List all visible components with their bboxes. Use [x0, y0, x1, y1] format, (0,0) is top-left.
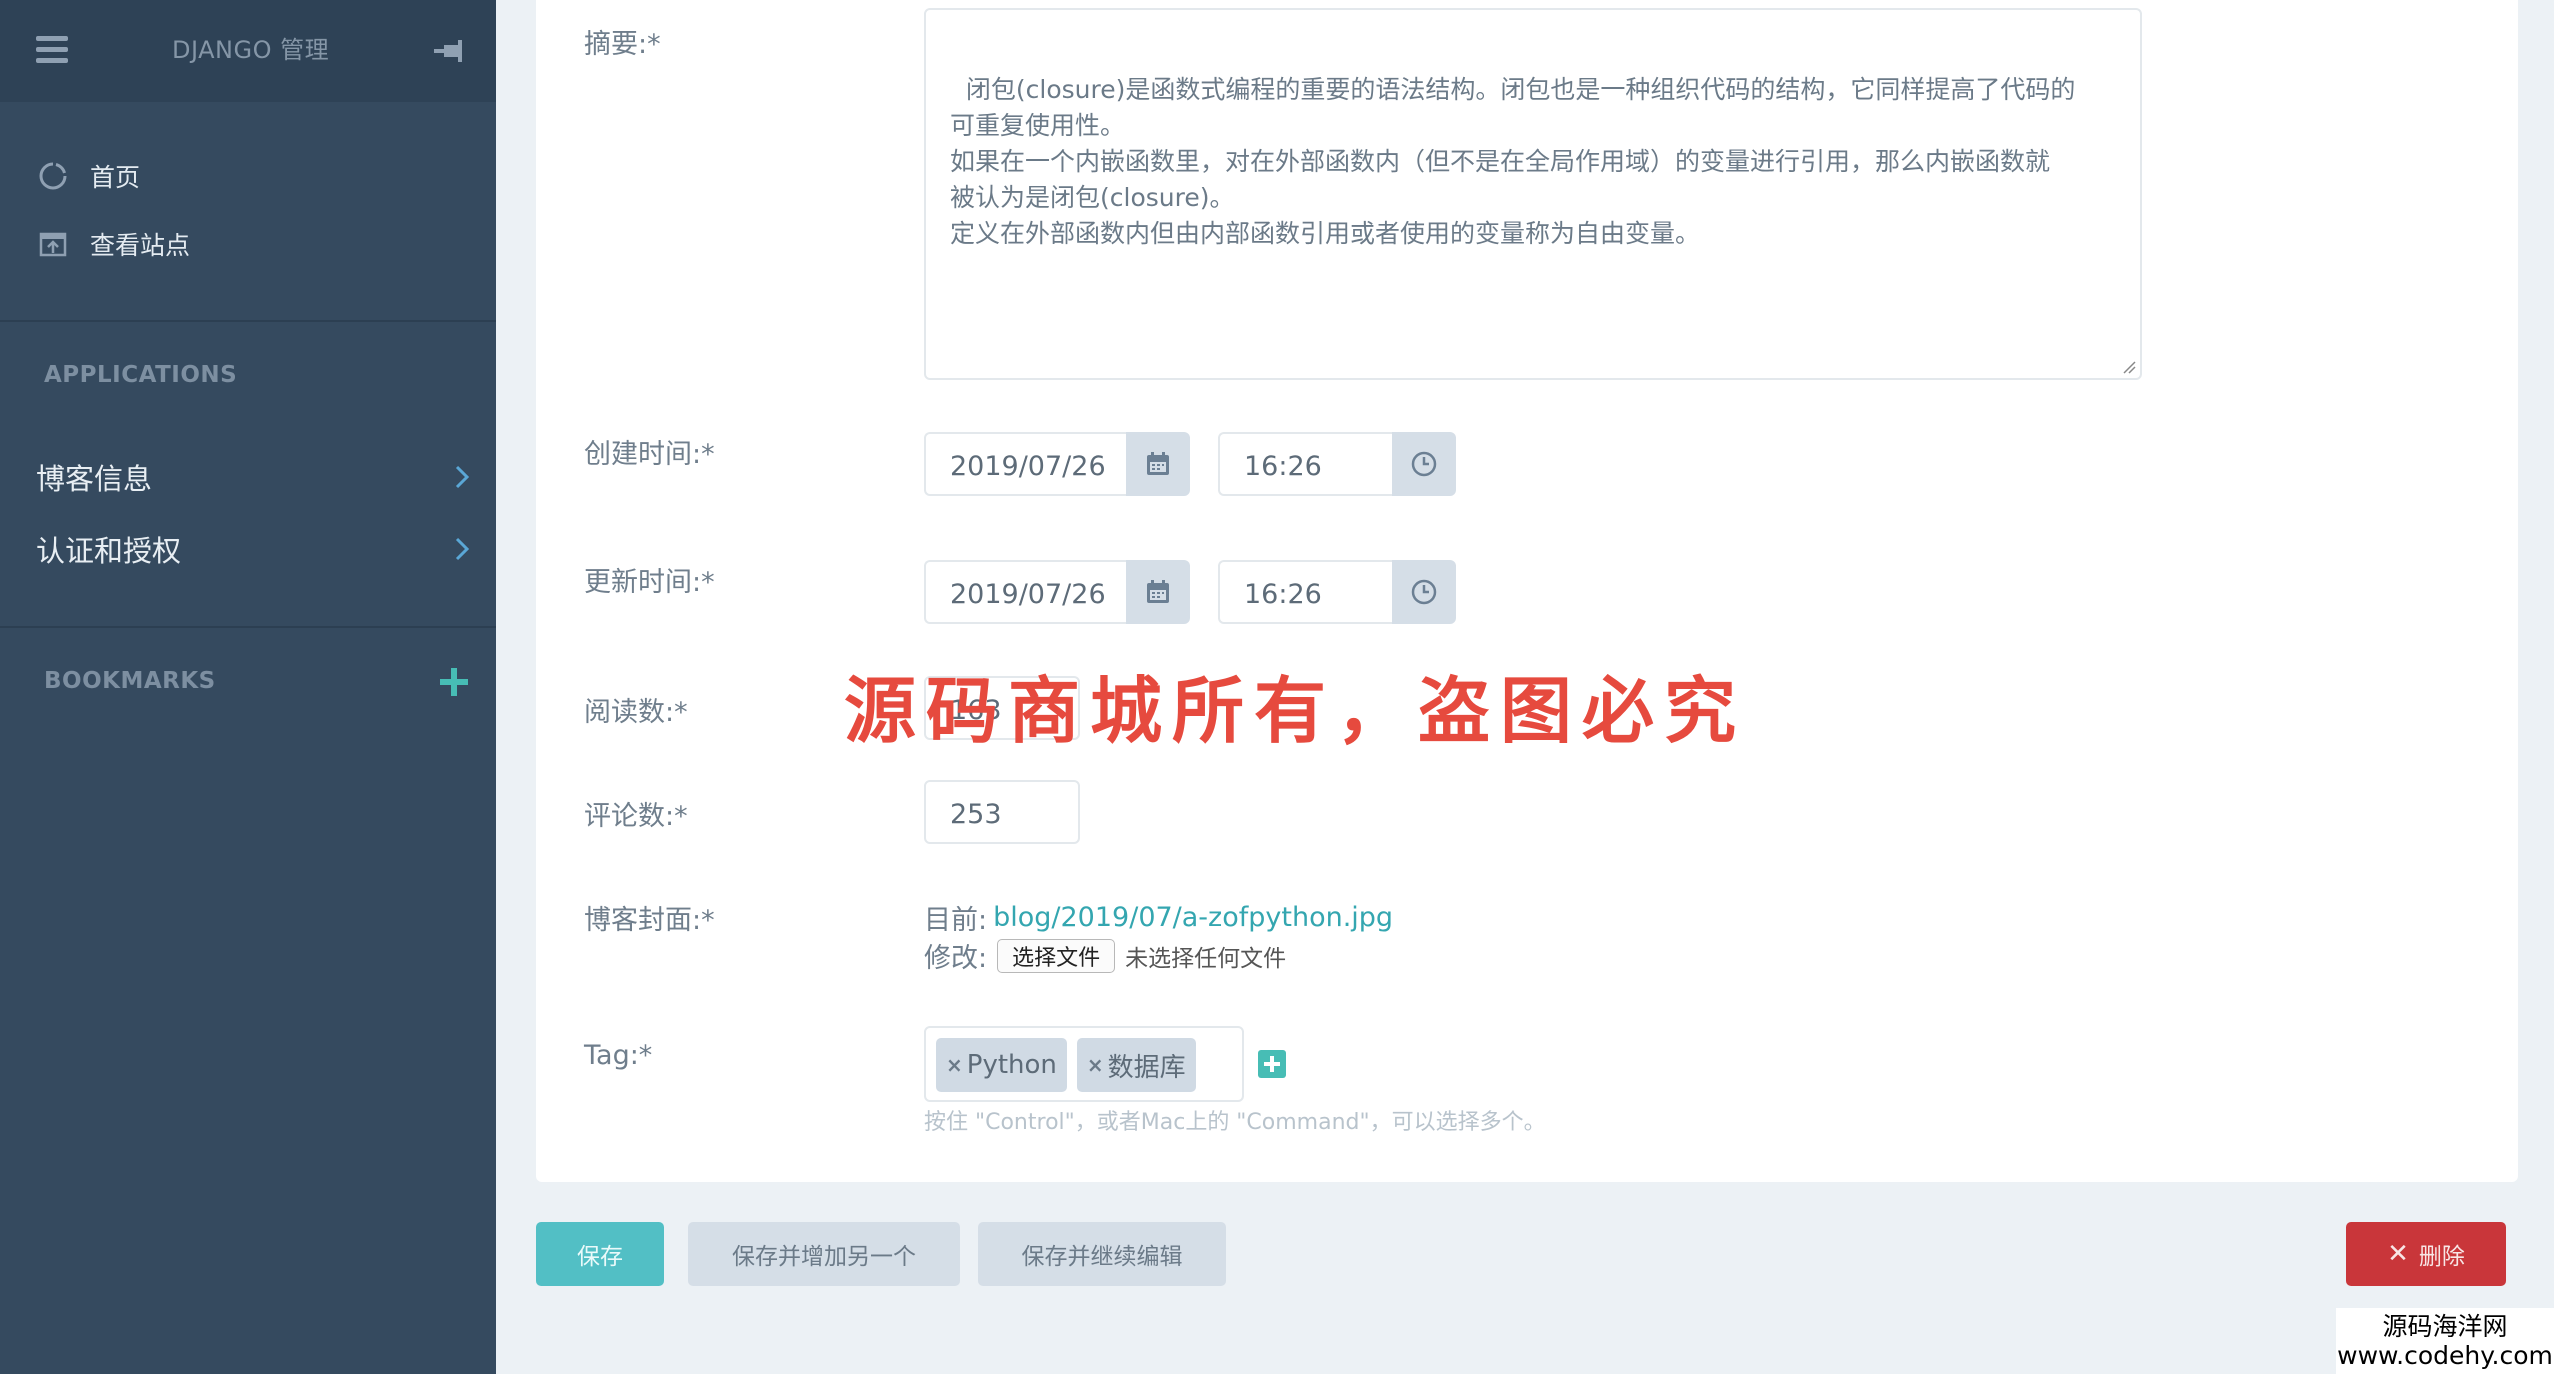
tag-label: Tag:*	[584, 1040, 653, 1071]
chevron-right-icon	[455, 537, 470, 561]
chevron-right-icon	[455, 465, 470, 489]
comments-input[interactable]: 253	[924, 780, 1080, 844]
app-item-label: 认证和授权	[36, 534, 182, 568]
clock-icon	[1411, 579, 1437, 605]
remove-tag-icon[interactable]: ×	[946, 1053, 963, 1077]
watermark-text: 源码商城所有，盗图必究	[844, 669, 1747, 753]
clock-button[interactable]	[1392, 432, 1456, 496]
menu-toggle-icon[interactable]	[36, 36, 68, 64]
created-time-group: 16:26	[1218, 432, 1456, 496]
updated-date-group: 2019/07/26	[924, 560, 1190, 624]
comments-label: 评论数:*	[584, 801, 688, 832]
app-item-label: 博客信息	[36, 462, 153, 496]
nav-item-view-site[interactable]: 查看站点	[38, 226, 190, 262]
calendar-button[interactable]	[1126, 432, 1190, 496]
cover-change: 修改: 选择文件 未选择任何文件	[924, 936, 1286, 975]
dashboard-icon	[39, 162, 67, 190]
calendar-icon	[1147, 580, 1169, 603]
updated-date-input[interactable]: 2019/07/26	[924, 560, 1126, 624]
updated-label: 更新时间:*	[584, 567, 715, 598]
updated-time-group: 16:26	[1218, 560, 1456, 624]
add-tag-icon[interactable]	[1258, 1050, 1286, 1078]
cover-change-prefix: 修改:	[924, 943, 988, 974]
created-label: 创建时间:*	[584, 439, 715, 470]
divider	[0, 626, 496, 628]
cover-label: 博客封面:*	[584, 905, 715, 936]
summary-label: 摘要:*	[584, 29, 661, 60]
no-file-text: 未选择任何文件	[1125, 945, 1287, 972]
summary-text: 闭包(closure)是函数式编程的重要的语法结构。闭包也是一种组织代码的结构，…	[950, 75, 2076, 248]
tag-chip-label: Python	[966, 1050, 1057, 1080]
external-site-icon	[39, 232, 67, 257]
save-and-add-button[interactable]: 保存并增加另一个	[688, 1222, 960, 1286]
delete-label: 删除	[2418, 1244, 2465, 1270]
tag-select[interactable]: × Python × 数据库	[924, 1026, 1244, 1102]
site-title[interactable]: DJANGO 管理	[172, 30, 329, 65]
nav-item-label: 首页	[90, 163, 141, 192]
choose-file-button[interactable]: 选择文件	[997, 938, 1116, 973]
tag-chip-python[interactable]: × Python	[936, 1038, 1067, 1092]
sidebar-header: DJANGO 管理	[0, 0, 496, 102]
summary-textarea[interactable]: 闭包(closure)是函数式编程的重要的语法结构。闭包也是一种组织代码的结构，…	[924, 8, 2142, 380]
tag-chip-label: 数据库	[1107, 1052, 1186, 1083]
nav-item-home[interactable]: 首页	[38, 158, 140, 194]
pin-icon[interactable]	[434, 36, 472, 66]
bookmarks-heading: BOOKMARKS	[44, 668, 216, 694]
add-bookmark-icon[interactable]	[438, 666, 470, 698]
app-item-blog[interactable]: 博客信息	[36, 456, 472, 498]
tag-chip-database[interactable]: × 数据库	[1076, 1038, 1196, 1092]
created-time-input[interactable]: 16:26	[1218, 432, 1392, 496]
delete-button[interactable]: ✕ 删除	[2346, 1222, 2506, 1286]
app-item-auth[interactable]: 认证和授权	[36, 528, 472, 570]
calendar-button[interactable]	[1126, 560, 1190, 624]
clock-button[interactable]	[1392, 560, 1456, 624]
reads-label: 阅读数:*	[584, 697, 688, 728]
created-date-input[interactable]: 2019/07/26	[924, 432, 1126, 496]
updated-time-input[interactable]: 16:26	[1218, 560, 1392, 624]
corner-watermark-line1: 源码海洋网	[2382, 1312, 2508, 1341]
divider	[0, 320, 496, 322]
clock-icon	[1411, 451, 1437, 477]
remove-tag-icon[interactable]: ×	[1087, 1053, 1104, 1077]
cover-current-prefix: 目前:	[924, 905, 988, 936]
tag-help-text: 按住 "Control"，或者Mac上的 "Command"，可以选择多个。	[924, 1110, 1546, 1135]
save-and-continue-button[interactable]: 保存并继续编辑	[978, 1222, 1226, 1286]
calendar-icon	[1147, 452, 1169, 475]
nav-item-label: 查看站点	[90, 231, 191, 260]
cover-current-link[interactable]: blog/2019/07/a-zofpython.jpg	[993, 902, 1393, 933]
save-button[interactable]: 保存	[536, 1222, 664, 1286]
close-icon: ✕	[2387, 1239, 2409, 1269]
resize-handle-icon[interactable]	[2120, 358, 2136, 374]
cover-current: 目前: blog/2019/07/a-zofpython.jpg	[924, 898, 1393, 937]
corner-watermark: 源码海洋网 www.codehy.com	[2336, 1308, 2554, 1374]
created-date-group: 2019/07/26	[924, 432, 1190, 496]
corner-watermark-line2: www.codehy.com	[2337, 1341, 2553, 1370]
sidebar: DJANGO 管理 首页 查看站点 APPLICATIONS 博客信息 认证和授…	[0, 0, 496, 1374]
applications-heading: APPLICATIONS	[44, 362, 238, 388]
